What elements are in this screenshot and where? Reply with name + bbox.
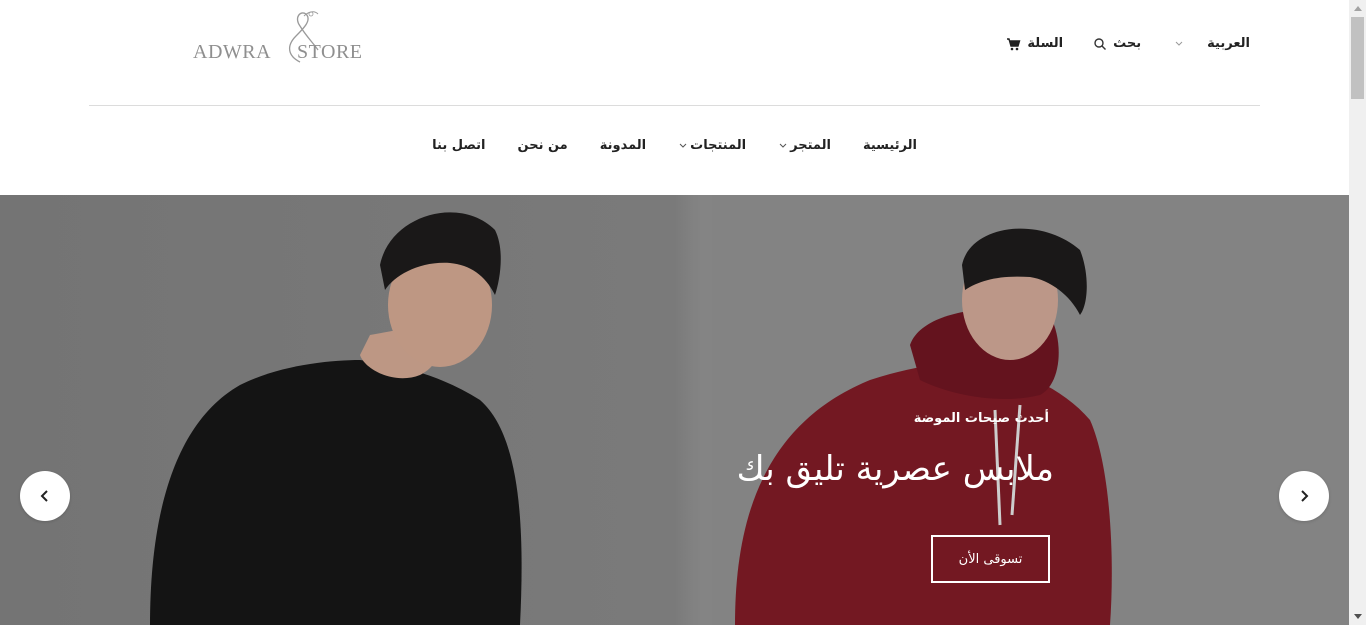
nav-label: من نحن (517, 138, 568, 153)
search-button[interactable]: بحث (1093, 36, 1141, 51)
hero-background-image (0, 195, 1349, 625)
nav-item-home[interactable]: الرئيسية (863, 138, 917, 153)
scroll-up-arrow[interactable] (1349, 0, 1366, 17)
nav-item-products[interactable]: المنتجات (678, 138, 746, 153)
nav-label: المتجر (790, 138, 831, 153)
slider-prev-button[interactable] (20, 471, 70, 521)
chevron-down-icon (779, 143, 787, 148)
chevron-down-icon (679, 143, 687, 148)
language-selector[interactable]: العربية (1171, 36, 1250, 51)
cart-icon (1007, 37, 1021, 50)
search-icon (1094, 37, 1107, 50)
logo-text-left: ADWRA (193, 41, 272, 63)
language-label: العربية (1207, 36, 1250, 51)
hero-slider: أحدث صيحات الموضة ملابس عصرية تليق بك تس… (0, 195, 1349, 625)
shop-now-button[interactable]: تسوقى الأن (931, 535, 1050, 583)
nav-item-contact[interactable]: اتصل بنا (432, 138, 485, 153)
cart-label: السلة (1027, 36, 1064, 51)
logo-text-right: STORE (297, 41, 363, 63)
chevron-right-icon (1301, 490, 1309, 502)
main-navigation: الرئيسية المتجر المنتجات المدونة من نحن … (432, 138, 917, 153)
slider-next-button[interactable] (1279, 471, 1329, 521)
page-scrollbar[interactable] (1349, 0, 1366, 625)
hero-subtitle: أحدث صيحات الموضة (913, 411, 1049, 426)
scroll-down-arrow[interactable] (1349, 608, 1366, 625)
chevron-left-icon (40, 490, 48, 502)
triangle-up-icon (1353, 6, 1362, 11)
nav-item-about[interactable]: من نحن (518, 138, 568, 153)
cart-button[interactable]: السلة (1006, 36, 1063, 51)
nav-label: المدونة (599, 138, 647, 153)
nav-item-store[interactable]: المتجر (778, 138, 831, 153)
nav-label: المنتجات (690, 138, 747, 153)
top-utility-bar: العربية بحث السلة (1006, 36, 1250, 51)
scroll-thumb[interactable] (1351, 17, 1364, 99)
header-divider (89, 105, 1260, 106)
nav-label: الرئيسية (862, 138, 917, 153)
hero-title: ملابس عصرية تليق بك (736, 449, 1054, 489)
nav-item-blog[interactable]: المدونة (600, 138, 646, 153)
triangle-down-icon (1353, 614, 1362, 619)
chevron-down-icon (1175, 41, 1183, 46)
nav-label: اتصل بنا (432, 138, 486, 153)
site-logo[interactable]: ADWRA STORE (193, 6, 378, 66)
search-label: بحث (1113, 36, 1142, 51)
